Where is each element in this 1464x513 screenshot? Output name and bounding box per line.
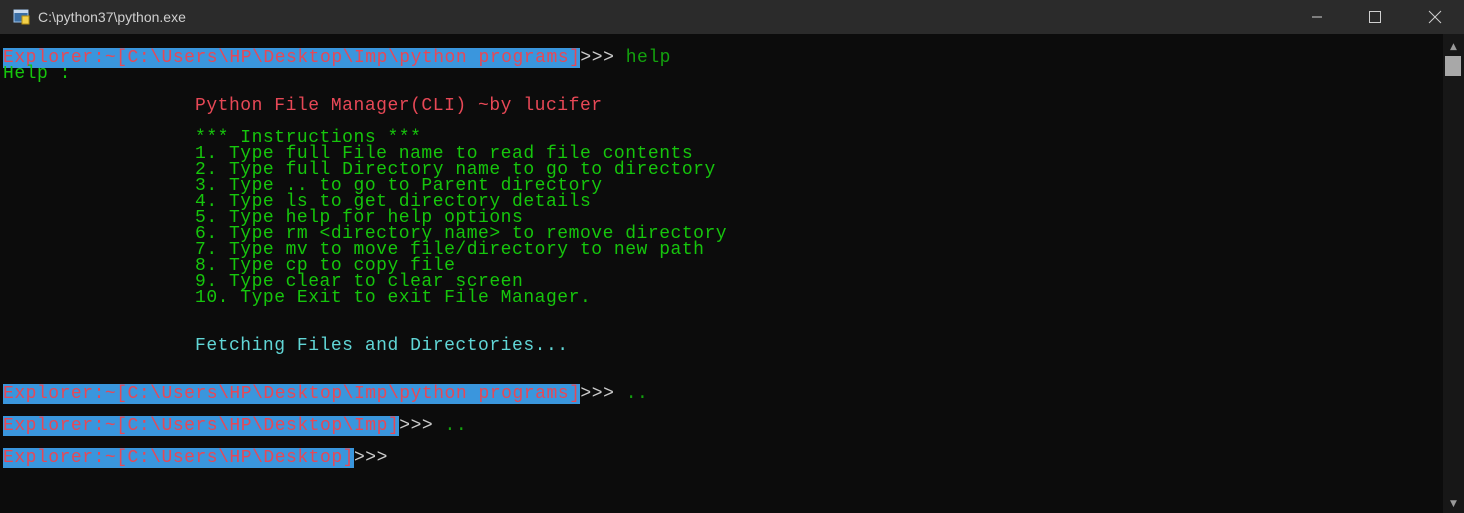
title-bar[interactable]: C:\python37\python.exe <box>0 0 1464 34</box>
vertical-scrollbar[interactable]: ▲ ▼ <box>1443 34 1464 513</box>
prompt-arrows: >>> <box>580 48 615 68</box>
prompt-path: Explorer:~[C:\Users\HP\Desktop\Imp\pytho… <box>3 48 581 68</box>
scroll-down-arrow-icon[interactable]: ▼ <box>1443 495 1464 513</box>
maximize-button[interactable] <box>1346 0 1404 34</box>
prompt-line-1: Explorer:~[C:\Users\HP\Desktop\Imp\pytho… <box>3 48 671 68</box>
maximize-icon <box>1369 11 1381 23</box>
scrollbar-thumb[interactable] <box>1445 56 1461 76</box>
close-icon <box>1428 10 1442 24</box>
typed-command: .. <box>433 416 468 436</box>
scroll-up-arrow-icon[interactable]: ▲ <box>1443 38 1464 56</box>
prompt-arrows: >>> <box>399 416 434 436</box>
close-button[interactable] <box>1406 0 1464 34</box>
instruction-line: 10. Type Exit to exit File Manager. <box>195 288 592 308</box>
python-app-icon <box>13 9 30 25</box>
prompt-line-2: Explorer:~[C:\Users\HP\Desktop\Imp\pytho… <box>3 384 649 404</box>
prompt-arrows: >>> <box>353 448 388 468</box>
prompt-path: Explorer:~[C:\Users\HP\Desktop\Imp] <box>3 416 400 436</box>
prompt-path: Explorer:~[C:\Users\HP\Desktop] <box>3 448 354 468</box>
prompt-line-4[interactable]: Explorer:~[C:\Users\HP\Desktop]>>> <box>3 448 388 468</box>
minimize-icon <box>1312 16 1322 18</box>
app-title: Python File Manager(CLI) ~by lucifer <box>195 96 603 116</box>
prompt-line-3: Explorer:~[C:\Users\HP\Desktop\Imp]>>> .… <box>3 416 468 436</box>
window-title: C:\python37\python.exe <box>38 9 186 25</box>
prompt-path: Explorer:~[C:\Users\HP\Desktop\Imp\pytho… <box>3 384 581 404</box>
typed-command: .. <box>614 384 649 404</box>
fetching-status: Fetching Files and Directories... <box>195 336 569 356</box>
prompt-arrows: >>> <box>580 384 615 404</box>
console-output[interactable]: Explorer:~[C:\Users\HP\Desktop\Imp\pytho… <box>3 48 1439 513</box>
typed-command: help <box>614 48 671 68</box>
help-label: Help : <box>3 64 71 84</box>
minimize-button[interactable] <box>1288 0 1346 34</box>
